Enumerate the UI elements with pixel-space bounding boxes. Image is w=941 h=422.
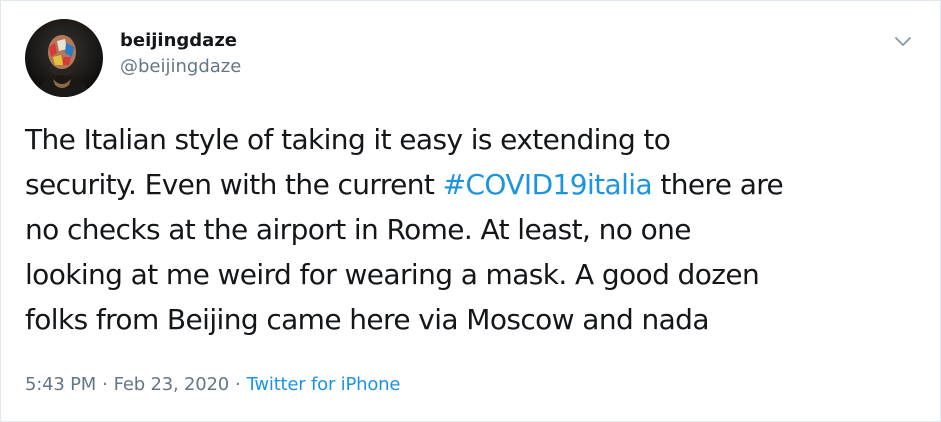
- separator-dot: ·: [102, 374, 108, 395]
- hashtag-link[interactable]: #COVID19italia: [443, 168, 653, 201]
- avatar[interactable]: [25, 19, 103, 97]
- user-info: beijingdaze @beijingdaze: [120, 30, 241, 79]
- user-handle[interactable]: @beijingdaze: [120, 55, 241, 79]
- tweet-text-line: no checks at the airport in Rome. At lea…: [25, 213, 691, 246]
- tweet-text-line: folks from Beijing came here via Moscow …: [25, 303, 710, 336]
- tweet-metadata: 5:43 PM · Feb 23, 2020 · Twitter for iPhone: [25, 373, 400, 397]
- tweet-text-line: security. Even with the current #COVID19…: [25, 168, 784, 201]
- tweet-card: beijingdaze @beijingdaze The Italian sty…: [0, 0, 941, 422]
- tweet-text-line: looking at me weird for wearing a mask. …: [25, 258, 760, 291]
- chevron-down-icon[interactable]: [890, 29, 916, 55]
- tweet-header: beijingdaze @beijingdaze: [25, 19, 241, 97]
- display-name[interactable]: beijingdaze: [120, 29, 241, 53]
- tweet-source-link[interactable]: Twitter for iPhone: [247, 374, 401, 395]
- separator-dot: ·: [235, 374, 241, 395]
- tweet-text: The Italian style of taking it easy is e…: [25, 117, 925, 342]
- tweet-date[interactable]: Feb 23, 2020: [114, 374, 230, 395]
- avatar-image: [25, 19, 103, 97]
- tweet-text-line: The Italian style of taking it easy is e…: [25, 123, 671, 156]
- tweet-time[interactable]: 5:43 PM: [25, 374, 96, 395]
